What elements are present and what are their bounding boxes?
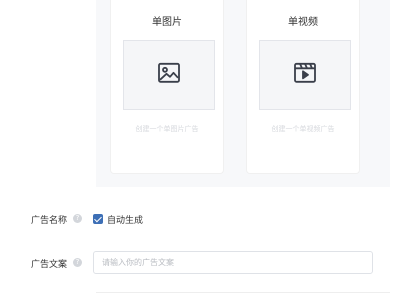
single-image-title: 单图片 xyxy=(152,17,182,28)
single-image-card[interactable]: 单图片 创建一个单图片广告 xyxy=(110,0,224,174)
video-icon xyxy=(293,62,317,84)
ad-name-help-icon[interactable]: ? xyxy=(73,214,82,223)
single-video-card[interactable]: 单视频 创建一个单视频广告 xyxy=(246,0,360,174)
auto-generate-checkbox[interactable] xyxy=(93,214,103,224)
single-video-preview[interactable] xyxy=(259,40,351,110)
single-image-preview[interactable] xyxy=(123,40,215,110)
divider xyxy=(96,292,390,293)
creative-type-panel: 单图片 创建一个单图片广告 单视频 创建一个单视频广告 xyxy=(96,0,390,187)
ad-copy-help-icon[interactable]: ? xyxy=(73,258,82,267)
image-icon xyxy=(157,62,181,84)
ad-copy-input[interactable] xyxy=(93,251,373,274)
single-video-hint: 创建一个单视频广告 xyxy=(271,125,335,133)
single-image-hint: 创建一个单图片广告 xyxy=(135,125,199,133)
auto-generate-label[interactable]: 自动生成 xyxy=(107,213,143,226)
ad-copy-label: 广告文案 xyxy=(31,260,68,270)
ad-name-label: 广告名称 xyxy=(31,216,68,226)
single-video-title: 单视频 xyxy=(288,17,318,28)
